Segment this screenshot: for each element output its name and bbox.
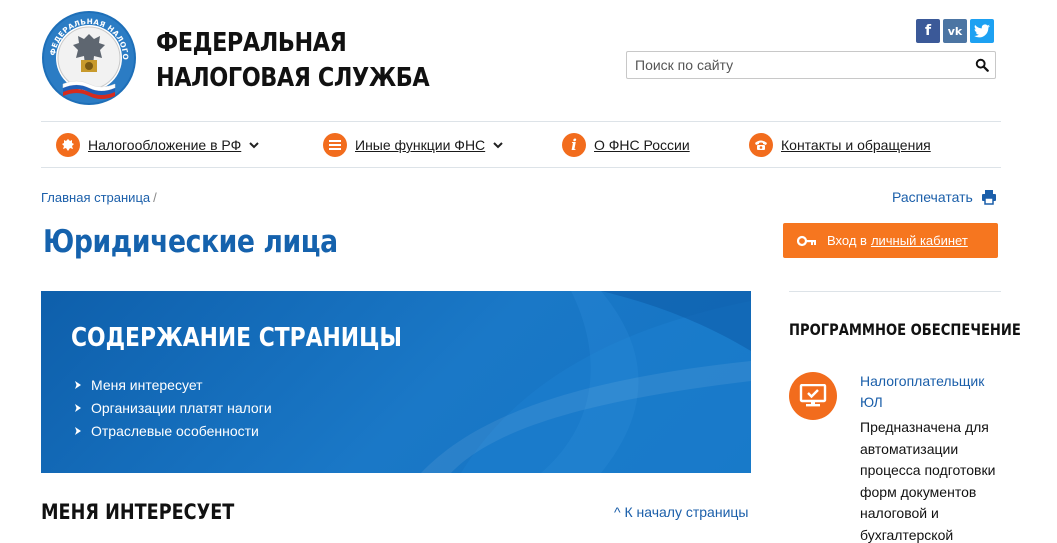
- contents-item-industries[interactable]: Отраслевые особенности: [73, 419, 272, 442]
- chevron-right-icon: [75, 403, 81, 412]
- page-title: Юридические лица: [43, 224, 338, 260]
- fns-logo[interactable]: ФЕДЕРАЛЬНАЯ НАЛОГОВАЯ СЛУЖБА: [36, 3, 137, 106]
- menu-icon: [323, 133, 347, 157]
- fns-emblem-icon: ФЕДЕРАЛЬНАЯ НАЛОГОВАЯ СЛУЖБА: [36, 3, 136, 105]
- print-label: Распечатать: [892, 189, 973, 205]
- vkontakte-icon[interactable]: vk: [943, 19, 967, 43]
- login-prefix: Вход в: [827, 233, 867, 248]
- software-description: Предназначена для автоматизации процесса…: [860, 419, 996, 543]
- contents-item-taxes[interactable]: Организации платят налоги: [73, 396, 272, 419]
- nav-label: Налогообложение в РФ: [88, 137, 242, 153]
- monitor-icon[interactable]: [789, 372, 837, 420]
- nav-label: О ФНС России: [594, 137, 690, 153]
- main-nav: Налогообложение в РФ Иные функции ФНС i …: [41, 121, 1001, 168]
- search-icon[interactable]: [975, 58, 989, 72]
- nav-label: Иные функции ФНС: [355, 137, 486, 153]
- facebook-icon[interactable]: f: [916, 19, 940, 43]
- contents-item-interests[interactable]: Меня интересует: [73, 373, 272, 396]
- contents-list: Меня интересует Организации платят налог…: [73, 373, 272, 442]
- emblem-icon: [56, 133, 80, 157]
- chevron-down-icon: [493, 142, 503, 149]
- section-title: МЕНЯ ИНТЕРЕСУЕТ: [41, 500, 235, 524]
- brand-line-2: НАЛОГОВАЯ СЛУЖБА: [156, 63, 430, 93]
- site-brand[interactable]: ФЕДЕРАЛЬНАЯ НАЛОГОВАЯ СЛУЖБА: [156, 26, 430, 96]
- sidebar-title: ПРОГРАММНОЕ ОБЕСПЕЧЕНИЕ: [789, 320, 1021, 339]
- twitter-icon[interactable]: [970, 19, 994, 43]
- login-link: личный кабинет: [870, 233, 968, 248]
- breadcrumb-home-link[interactable]: Главная страница: [41, 190, 150, 205]
- chevron-right-icon: [75, 380, 81, 389]
- search-input[interactable]: [627, 52, 957, 78]
- site-search: [626, 51, 996, 79]
- breadcrumb: Главная страница /: [41, 190, 157, 205]
- print-link[interactable]: Распечатать: [892, 189, 997, 205]
- nav-item-taxation[interactable]: Налогообложение в РФ: [56, 133, 259, 157]
- nav-label: Контакты и обращения: [781, 137, 931, 153]
- phone-icon: [749, 133, 773, 157]
- chevron-down-icon: [249, 142, 259, 149]
- software-link[interactable]: Налогоплательщик ЮЛ: [860, 371, 1000, 413]
- nav-item-about[interactable]: i О ФНС России: [562, 133, 690, 157]
- breadcrumb-separator: /: [153, 190, 157, 205]
- sidebar-divider: [789, 291, 1001, 292]
- contents-title: СОДЕРЖАНИЕ СТРАНИЦЫ: [71, 323, 402, 353]
- page-contents-banner: СОДЕРЖАНИЕ СТРАНИЦЫ Меня интересует Орга…: [41, 291, 751, 473]
- back-to-top-link[interactable]: ^ К началу страницы: [614, 504, 748, 520]
- chevron-right-icon: [75, 426, 81, 435]
- nav-item-contacts[interactable]: Контакты и обращения: [749, 133, 931, 157]
- key-icon: [797, 235, 816, 246]
- printer-icon: [981, 190, 996, 205]
- nav-item-other-functions[interactable]: Иные функции ФНС: [323, 133, 503, 157]
- info-icon: i: [562, 133, 586, 157]
- brand-line-1: ФЕДЕРАЛЬНАЯ: [156, 28, 347, 58]
- social-links: f vk: [916, 19, 994, 43]
- personal-account-button[interactable]: Вход в личный кабинет: [783, 223, 998, 258]
